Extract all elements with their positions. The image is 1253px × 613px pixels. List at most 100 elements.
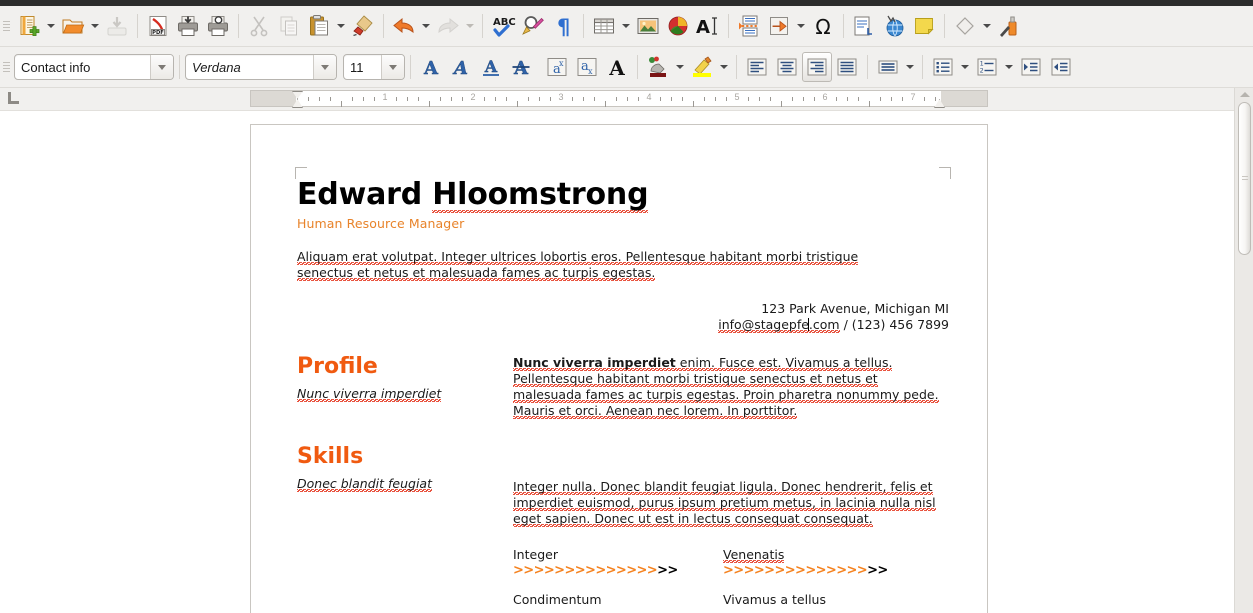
paragraph-style-combo[interactable]: Contact info [14, 54, 174, 80]
skill-cell: Venenatis >>>>>>>>>>>>>>>> [723, 547, 949, 579]
document-workspace[interactable]: Edward Hloomstrong Human Resource Manage… [0, 111, 1253, 613]
insert-hyperlink-button[interactable] [879, 11, 909, 41]
line-spacing-button[interactable] [873, 52, 903, 82]
line-spacing-dropdown[interactable] [903, 53, 917, 81]
ordered-list-dropdown[interactable] [1002, 53, 1016, 81]
unordered-list-dropdown[interactable] [958, 53, 972, 81]
show-draw-functions-button[interactable] [994, 11, 1024, 41]
increase-indent-button[interactable] [1016, 52, 1046, 82]
toolbar-separator [383, 14, 384, 38]
skill-label: Condimentum [513, 591, 602, 607]
paste-dropdown[interactable] [334, 12, 348, 40]
toolbar-separator [238, 14, 239, 38]
insert-field-button[interactable] [764, 11, 794, 41]
insert-field-dropdown[interactable] [794, 12, 808, 40]
skills-grid: Integer >>>>>>>>>>>>>>>> Venenatis >>>>>… [513, 547, 949, 607]
align-right-button[interactable] [802, 52, 832, 82]
skill-rating-bar: >>>>>>>>>>>>>>>> [723, 563, 949, 579]
font-name-combo[interactable]: Verdana [185, 54, 337, 80]
font-size-dropdown-arrow[interactable] [381, 55, 404, 79]
align-justified-button[interactable] [832, 52, 862, 82]
new-document-dropdown[interactable] [44, 12, 58, 40]
scroll-up-arrow-icon[interactable] [1240, 92, 1250, 97]
document-page[interactable]: Edward Hloomstrong Human Resource Manage… [250, 124, 988, 613]
undo-button[interactable] [389, 11, 419, 41]
section-skills-body: Integer nulla. Donec blandit feugiat lig… [513, 479, 936, 528]
clone-formatting-button[interactable] [348, 11, 378, 41]
paste-button[interactable] [304, 11, 334, 41]
italic-button[interactable]: A [446, 52, 476, 82]
basic-shapes-dropdown[interactable] [980, 12, 994, 40]
superscript-button[interactable]: a x [542, 52, 572, 82]
cut-button[interactable] [244, 11, 274, 41]
copy-button[interactable] [274, 11, 304, 41]
ruler-number: 2 [470, 92, 476, 102]
insert-text-box-button[interactable]: A [693, 11, 723, 41]
formatting-toolbar-grip[interactable] [2, 54, 11, 80]
font-color-dropdown[interactable] [673, 53, 687, 81]
print-preview-button[interactable] [203, 11, 233, 41]
export-pdf-button[interactable]: PDF [143, 11, 173, 41]
skill-cell: Vivamus a tellus [723, 592, 949, 608]
svg-text:A: A [423, 58, 439, 79]
ruler-right-margin [941, 91, 987, 106]
strikethrough-button[interactable]: A [506, 52, 536, 82]
open-document-button[interactable] [58, 11, 88, 41]
unordered-list-button[interactable] [928, 52, 958, 82]
new-document-button[interactable] [14, 11, 44, 41]
toolbar-separator [728, 14, 729, 38]
toolbar-separator [867, 55, 868, 79]
vertical-scrollbar[interactable] [1234, 88, 1253, 613]
formatting-marks-button[interactable]: ¶ [548, 11, 578, 41]
section-skills-left: Skills Donec blandit feugiat [297, 445, 513, 607]
save-button[interactable] [102, 11, 132, 41]
highlight-color-button[interactable] [687, 52, 717, 82]
tab-stop-selector-icon[interactable] [8, 92, 20, 104]
insert-table-dropdown[interactable] [619, 12, 633, 40]
toolbar-grip[interactable] [2, 13, 11, 39]
redo-dropdown[interactable] [463, 12, 477, 40]
font-size-combo[interactable]: 11 [343, 54, 405, 80]
insert-image-button[interactable] [633, 11, 663, 41]
font-color-button[interactable] [643, 52, 673, 82]
ordered-list-button[interactable]: 1 2 [972, 52, 1002, 82]
toolbar-separator [922, 55, 923, 79]
find-replace-button[interactable] [518, 11, 548, 41]
section-profile: Profile Nunc viverra imperdiet Nunc vive… [297, 355, 949, 420]
underline-button[interactable]: A [476, 52, 506, 82]
toolbar-separator [583, 14, 584, 38]
toolbar-separator [410, 55, 411, 79]
svg-text:A: A [608, 56, 625, 79]
font-name-dropdown-arrow[interactable] [313, 55, 336, 79]
highlight-color-dropdown[interactable] [717, 53, 731, 81]
clear-formatting-button[interactable]: A [602, 52, 632, 82]
align-center-button[interactable] [772, 52, 802, 82]
insert-chart-button[interactable] [663, 11, 693, 41]
decrease-indent-button[interactable] [1046, 52, 1076, 82]
undo-dropdown[interactable] [419, 12, 433, 40]
insert-page-break-button[interactable] [734, 11, 764, 41]
spelling-button[interactable]: ABC [488, 11, 518, 41]
basic-shapes-button[interactable] [950, 11, 980, 41]
skill-rating-empty: >> [867, 563, 888, 579]
section-profile-right: Nunc viverra imperdiet enim. Fusce est. … [513, 355, 949, 420]
insert-table-button[interactable] [589, 11, 619, 41]
svg-text:x: x [588, 67, 593, 76]
redo-button[interactable] [433, 11, 463, 41]
formatting-toolbar: Contact info Verdana 11 A A A A a x a x … [0, 47, 1253, 88]
print-button[interactable] [173, 11, 203, 41]
subscript-button[interactable]: a x [572, 52, 602, 82]
open-document-dropdown[interactable] [88, 12, 102, 40]
insert-special-character-button[interactable]: Ω [808, 11, 838, 41]
align-left-button[interactable] [742, 52, 772, 82]
svg-text:ABC: ABC [493, 17, 516, 28]
insert-footnote-button[interactable] [849, 11, 879, 41]
document-content[interactable]: Edward Hloomstrong Human Resource Manage… [297, 177, 949, 608]
vertical-scrollbar-thumb[interactable] [1238, 102, 1251, 255]
insert-comment-button[interactable] [909, 11, 939, 41]
libreoffice-writer-window: PDF ABC ¶ A Ω Contact info Verdana 11 A … [0, 0, 1253, 613]
paragraph-style-dropdown-arrow[interactable] [150, 55, 173, 79]
horizontal-ruler[interactable]: 1 2 3 4 5 6 7 [250, 90, 988, 108]
skill-label: Vivamus a tellus [723, 591, 826, 607]
bold-button[interactable]: A [416, 52, 446, 82]
